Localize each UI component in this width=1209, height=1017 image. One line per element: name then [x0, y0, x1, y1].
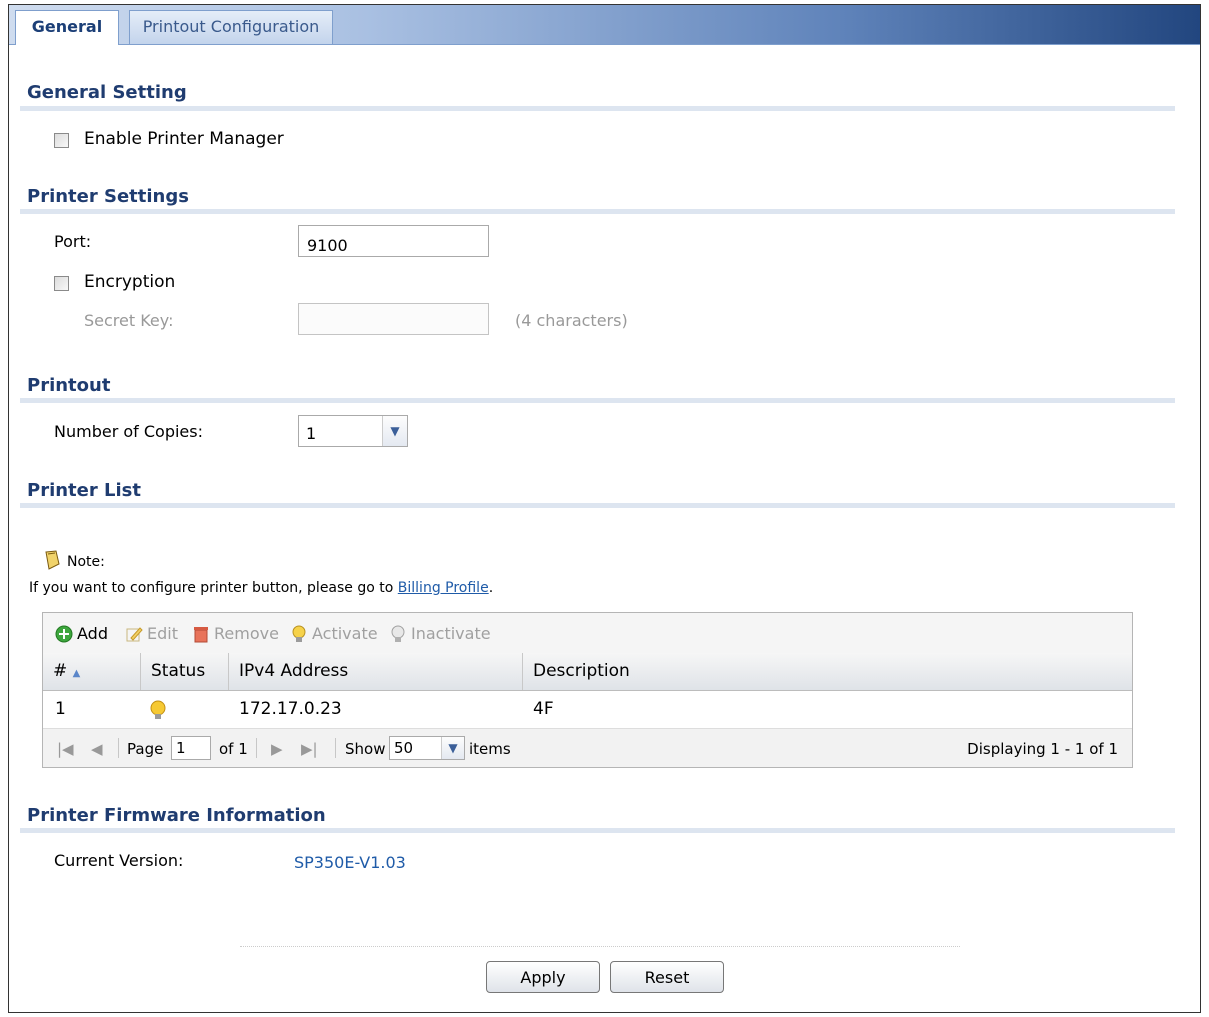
port-label: Port: [54, 232, 92, 251]
note-title: Note: [67, 554, 105, 570]
row-index: 1 [55, 699, 66, 719]
port-input[interactable] [298, 225, 489, 257]
enable-printer-manager-checkbox[interactable] [54, 133, 69, 148]
firmware-title: Printer Firmware Information [27, 805, 326, 826]
chevron-down-icon[interactable]: ▼ [382, 416, 407, 446]
first-page-icon[interactable]: |◀ [57, 740, 74, 758]
row-ipv4: 172.17.0.23 [239, 699, 342, 719]
pager-separator [256, 738, 257, 758]
tab-general[interactable]: General [15, 10, 119, 45]
row-description: 4F [533, 699, 554, 719]
footer-divider [240, 946, 960, 947]
section-divider [20, 398, 1175, 403]
billing-profile-link[interactable]: Billing Profile [398, 580, 489, 596]
printer-settings-title: Printer Settings [27, 186, 189, 207]
encryption-label: Encryption [84, 272, 176, 292]
remove-label: Remove [214, 624, 279, 643]
tab-printout-configuration[interactable]: Printout Configuration [129, 10, 333, 44]
column-header-ipv4[interactable]: IPv4 Address [229, 653, 523, 690]
current-version-value: SP350E-V1.03 [294, 853, 406, 872]
add-button[interactable]: Add [55, 624, 108, 643]
edit-label: Edit [147, 624, 178, 643]
add-icon [55, 625, 73, 642]
displaying-count: Displaying 1 - 1 of 1 [967, 740, 1118, 758]
number-of-copies-value: 1 [306, 424, 317, 443]
previous-page-icon[interactable]: ◀ [91, 740, 103, 758]
section-divider [20, 503, 1175, 508]
inactivate-button[interactable]: Inactivate [389, 624, 491, 643]
note-text-suffix: . [488, 580, 494, 596]
note-text: If you want to configure printer button,… [29, 580, 493, 596]
activate-button[interactable]: Activate [290, 624, 378, 643]
enable-printer-manager-label: Enable Printer Manager [84, 129, 284, 149]
printout-title: Printout [27, 375, 111, 396]
activate-label: Activate [312, 624, 378, 643]
chevron-down-icon[interactable]: ▼ [441, 737, 464, 759]
section-divider [20, 209, 1175, 214]
column-header-index-label: # [53, 661, 68, 681]
pager-separator [335, 738, 336, 758]
edit-button[interactable]: Edit [125, 624, 178, 643]
reset-button[interactable]: Reset [610, 961, 724, 993]
table-pager: |◀ ◀ Page of 1 ▶ ▶| Show 50 ▼ items Disp… [43, 729, 1132, 767]
current-version-label: Current Version: [54, 851, 184, 870]
apply-button[interactable]: Apply [486, 961, 600, 993]
pager-separator [118, 738, 119, 758]
tab-bar: General Printout Configuration [9, 5, 1200, 45]
page-label: Page [127, 740, 164, 758]
edit-icon [126, 626, 143, 641]
note-icon [45, 550, 60, 570]
section-divider [20, 828, 1175, 833]
sort-ascending-icon: ▲ [72, 668, 81, 679]
column-header-index[interactable]: # ▲ [43, 653, 141, 690]
printer-list-table: Add Edit Remove Activate Inactivate # ▲ … [42, 612, 1133, 768]
page-size-value: 50 [394, 739, 414, 757]
printer-list-toolbar: Add Edit Remove Activate Inactivate [43, 613, 1132, 654]
page-input[interactable] [171, 736, 211, 760]
table-row[interactable]: 1 172.17.0.23 4F [43, 691, 1132, 729]
note-text-prefix: If you want to configure printer button,… [29, 580, 394, 596]
status-active-icon [150, 700, 166, 719]
column-header-status[interactable]: Status [141, 653, 229, 690]
table-header: # ▲ Status IPv4 Address Description [43, 653, 1132, 691]
secret-key-input[interactable] [298, 303, 489, 335]
last-page-icon[interactable]: ▶| [301, 740, 318, 758]
items-label: items [469, 740, 511, 758]
show-label: Show [345, 740, 386, 758]
encryption-checkbox[interactable] [54, 276, 69, 291]
general-setting-title: General Setting [27, 82, 187, 103]
section-divider [20, 106, 1175, 111]
page-size-select[interactable]: 50 ▼ [389, 736, 465, 760]
printer-manager-panel: General Printout Configuration [8, 4, 1201, 1013]
add-label: Add [77, 624, 108, 643]
remove-button[interactable]: Remove [192, 624, 279, 643]
remove-icon [194, 626, 208, 642]
column-header-description[interactable]: Description [523, 653, 1132, 690]
number-of-copies-select[interactable]: 1 ▼ [298, 415, 408, 447]
next-page-icon[interactable]: ▶ [271, 740, 283, 758]
secret-key-label: Secret Key: [84, 311, 174, 330]
lightbulb-off-icon [391, 625, 405, 642]
printer-list-title: Printer List [27, 480, 141, 501]
number-of-copies-label: Number of Copies: [54, 422, 203, 441]
inactivate-label: Inactivate [411, 624, 491, 643]
secret-key-hint: (4 characters) [515, 311, 628, 330]
page-of-label: of 1 [219, 740, 248, 758]
lightbulb-icon [292, 625, 306, 642]
